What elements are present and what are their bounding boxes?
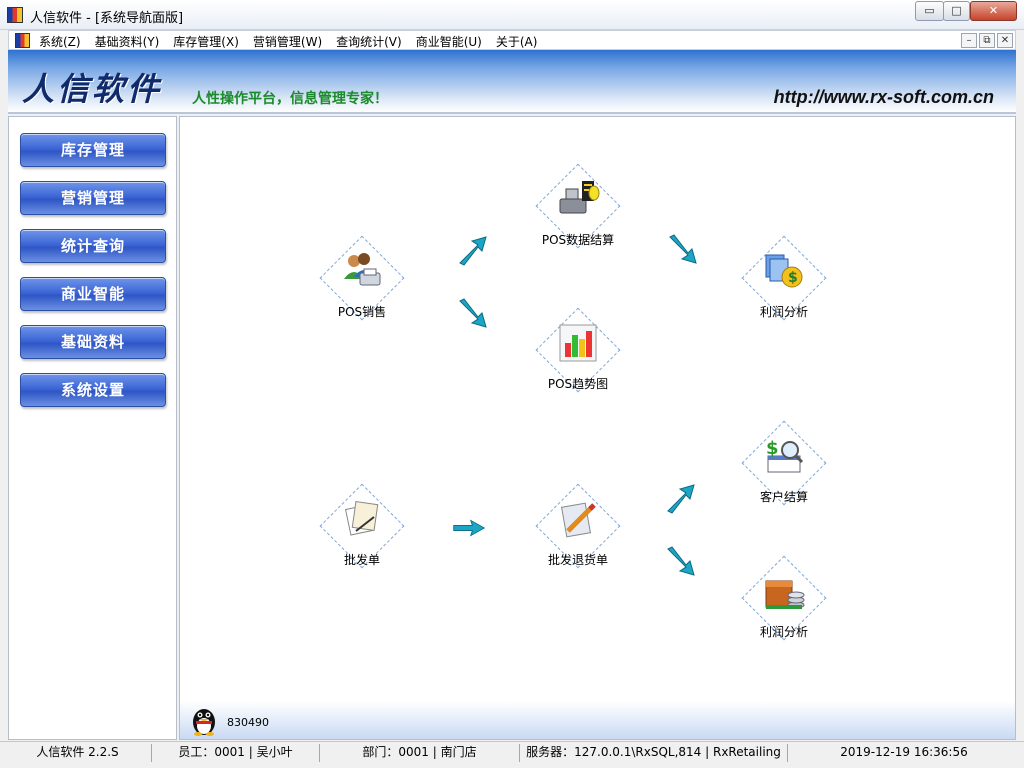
arrow-up-right-icon (667, 484, 695, 514)
notepad-pencil-icon (560, 502, 596, 538)
website-url: http://www.rx-soft.com.cn (773, 87, 994, 107)
node-label: POS趋势图 (547, 377, 609, 391)
status-department: 部门：0001 | 南门店 (320, 744, 520, 762)
arrow-right-icon (453, 519, 486, 537)
node-label: POS销售 (337, 305, 387, 319)
banner: 人信软件 人性操作平台，信息管理专家！ http://www.rx-soft.c… (8, 50, 1016, 114)
qq-penguin-icon[interactable] (190, 706, 218, 736)
status-bar: 人信软件 2.2.S 员工：0001 | 吴小叶 部门：0001 | 南门店 服… (0, 741, 1024, 763)
sidebar-item-statistics[interactable]: 统计查询 (20, 229, 166, 263)
node-pos-settlement[interactable]: POS数据结算 (526, 159, 630, 255)
menu-bar: 系统(Z) 基础资料(Y) 库存管理(X) 营销管理(W) 查询统计(V) 商业… (8, 30, 1016, 50)
node-pos-trend[interactable]: POS趋势图 (526, 303, 630, 399)
sidebar-item-bi[interactable]: 商业智能 (20, 277, 166, 311)
sidebar-item-basic-data[interactable]: 基础资料 (20, 325, 166, 359)
menu-inventory[interactable]: 库存管理(X) (173, 33, 239, 50)
dollar-magnifier-icon: $ (766, 438, 804, 473)
node-wholesale[interactable]: 批发单 (310, 479, 414, 575)
node-profit-analysis-1[interactable]: $ 利润分析 (732, 231, 836, 327)
arrow-down-right-icon (459, 298, 487, 328)
arrow-down-right-icon (667, 546, 695, 576)
document-icon[interactable] (15, 33, 30, 48)
title-bar: 人信软件 - [系统导航面版] ▭ □ ✕ (0, 0, 1024, 30)
svg-text:$: $ (766, 438, 779, 459)
sidebar-item-inventory[interactable]: 库存管理 (20, 133, 166, 167)
users-printer-icon (344, 253, 381, 286)
node-customer-settlement[interactable]: $ 客户结算 (732, 416, 836, 512)
menu-bi[interactable]: 商业智能(U) (416, 33, 482, 50)
menu-query-stats[interactable]: 查询统计(V) (336, 33, 402, 50)
node-label: 批发单 (343, 553, 380, 567)
papers-pen-icon (344, 501, 379, 536)
bar-chart-icon (559, 324, 597, 362)
node-label: 利润分析 (759, 305, 808, 319)
documents-dollar-icon: $ (765, 254, 803, 288)
navigation-panel: POS销售 POS数据结算 POS趋势图 $ 利润分析 批发单 批发退货单 $ … (179, 116, 1016, 740)
mdi-close-button[interactable]: ✕ (997, 33, 1013, 48)
maximize-button[interactable]: □ (943, 1, 970, 21)
slogan: 人性操作平台，信息管理专家！ (192, 91, 388, 107)
node-label: 批发退货单 (547, 553, 608, 567)
pos-terminal-icon (559, 181, 600, 214)
footer-strip: 830490 (180, 701, 1015, 739)
money-box-icon (765, 580, 805, 609)
mdi-restore-button[interactable]: ⧉ (979, 33, 995, 48)
close-button[interactable]: ✕ (970, 1, 1017, 21)
sidebar: 库存管理 营销管理 统计查询 商业智能 基础资料 系统设置 (8, 116, 177, 740)
menu-system[interactable]: 系统(Z) (39, 33, 81, 50)
arrow-down-right-icon (669, 234, 697, 264)
status-server: 服务器：127.0.0.1\RxSQL,814 | RxRetailing (520, 744, 788, 762)
status-employee: 员工：0001 | 吴小叶 (152, 744, 320, 762)
window-title: 人信软件 - [系统导航面版] (30, 11, 184, 26)
menu-marketing[interactable]: 营销管理(W) (253, 33, 322, 50)
app-icon (7, 7, 23, 23)
logo: 人信软件 (22, 70, 163, 108)
mdi-minimize-button[interactable]: – (961, 33, 977, 48)
arrow-up-right-icon (459, 236, 487, 266)
node-label: POS数据结算 (541, 233, 615, 247)
node-profit-analysis-2[interactable]: 利润分析 (732, 551, 836, 647)
node-wholesale-return[interactable]: 批发退货单 (526, 479, 630, 575)
node-label: 利润分析 (759, 625, 808, 639)
node-pos-sales[interactable]: POS销售 (310, 231, 414, 327)
sidebar-item-settings[interactable]: 系统设置 (20, 373, 166, 407)
node-label: 客户结算 (759, 490, 808, 504)
menu-basic-data[interactable]: 基础资料(Y) (95, 33, 160, 50)
minimize-button[interactable]: ▭ (915, 1, 944, 21)
sidebar-item-marketing[interactable]: 营销管理 (20, 181, 166, 215)
svg-text:$: $ (788, 270, 798, 286)
status-datetime: 2019-12-19 16:36:56 (840, 745, 968, 759)
qq-number: 830490 (227, 716, 269, 729)
status-version: 人信软件 2.2.S (4, 744, 152, 762)
menu-about[interactable]: 关于(A) (496, 33, 538, 50)
